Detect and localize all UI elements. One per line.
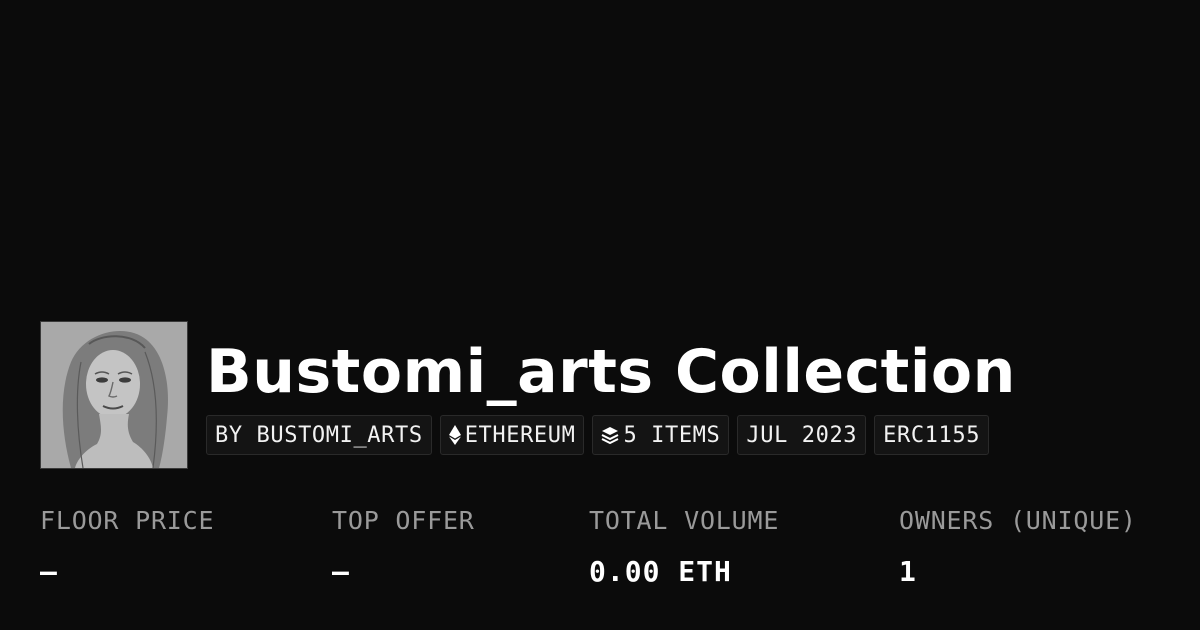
top-offer-value: – [332,555,350,588]
stat-floor-price: FLOOR PRICE – [40,505,214,589]
total-volume-label: TOTAL VOLUME [589,506,780,535]
creator-tag[interactable]: BY BUSTOMI_ARTS [206,415,432,455]
floor-price-label: FLOOR PRICE [40,506,215,535]
standard-tag: ERC1155 [874,415,990,455]
stat-top-offer: TOP OFFER – [332,505,475,589]
stat-total-volume: TOTAL VOLUME 0.00 ETH [589,505,779,589]
standard-tag-label: ERC1155 [883,422,981,448]
creator-tag-label: BY BUSTOMI_ARTS [215,422,423,448]
collection-avatar [40,321,188,469]
date-tag: JUL 2023 [737,415,867,455]
items-tag-label: 5 ITEMS [623,422,721,448]
stat-owners: OWNERS (UNIQUE) 1 [899,505,1137,589]
items-tag: 5 ITEMS [592,415,730,455]
chain-tag: ETHEREUM [439,415,585,455]
collection-tags: BY BUSTOMI_ARTS ETHEREUM 5 ITEMS JUL 202… [206,415,990,455]
preview-card: Bustomi_arts Collection BY BUSTOMI_ARTS … [0,0,1200,630]
collection-title: Bustomi_arts Collection [206,337,1016,407]
owners-label: OWNERS (UNIQUE) [899,506,1137,535]
date-tag-label: JUL 2023 [746,422,858,448]
ethereum-icon [448,425,461,445]
portrait-sketch-image [41,322,187,468]
top-offer-label: TOP OFFER [332,506,475,535]
layers-icon [601,426,619,444]
owners-value: 1 [899,555,917,588]
floor-price-value: – [40,555,58,588]
chain-tag-label: ETHEREUM [464,422,576,448]
total-volume-value: 0.00 ETH [589,555,732,588]
